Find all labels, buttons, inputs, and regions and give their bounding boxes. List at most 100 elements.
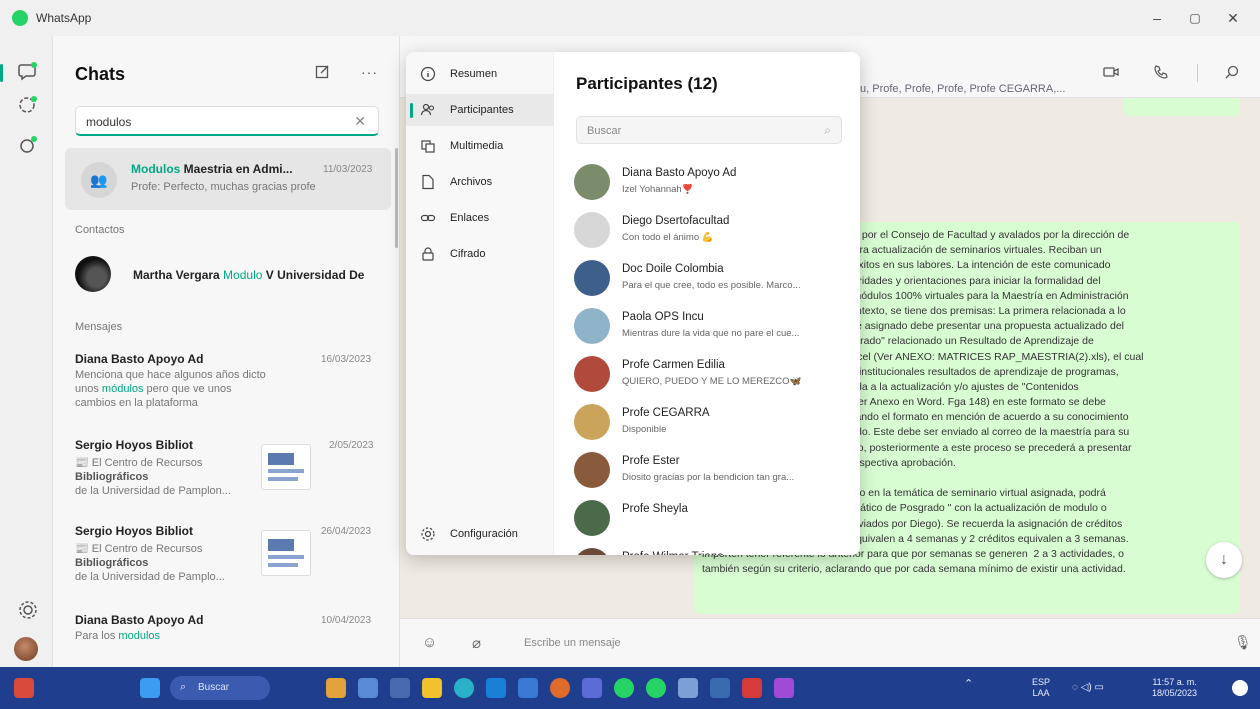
- profile-avatar[interactable]: [14, 637, 38, 661]
- app-icon[interactable]: [710, 678, 730, 698]
- navigation-rail: [0, 36, 52, 667]
- edge-browser-icon[interactable]: [454, 678, 474, 698]
- settings-gear-icon[interactable]: [17, 599, 39, 621]
- nav-label: Multimedia: [450, 140, 504, 152]
- chats-icon[interactable]: [17, 61, 39, 83]
- app-icon[interactable]: [358, 678, 378, 698]
- participant-avatar: [574, 308, 610, 344]
- whatsapp-taskbar-icon[interactable]: [646, 678, 666, 698]
- nav-multimedia[interactable]: Multimedia: [406, 130, 554, 162]
- app-icon[interactable]: [678, 678, 698, 698]
- settings-gear-icon: [421, 527, 435, 541]
- people-icon: [420, 103, 435, 116]
- participant-name: Doc Doile Colombia: [622, 263, 724, 275]
- participant-avatar: [574, 356, 610, 392]
- message-date: 10/04/2023: [321, 615, 372, 626]
- notification-icon[interactable]: [1232, 680, 1248, 696]
- clock[interactable]: 11:57 a. m. 18/05/2023: [1152, 677, 1197, 699]
- participant-item[interactable]: Diana Basto Apoyo Ad Izel Yohannah❣️: [572, 158, 842, 206]
- attach-icon[interactable]: ⌀: [472, 634, 481, 652]
- pdf-app-icon[interactable]: [742, 678, 762, 698]
- message-sender: Diana Basto Apoyo Ad: [75, 352, 204, 366]
- nav-archivos[interactable]: Archivos: [406, 166, 554, 198]
- search-icon[interactable]: [1224, 64, 1240, 80]
- status-icon[interactable]: [17, 94, 39, 116]
- video-call-icon[interactable]: [1103, 64, 1119, 80]
- app-icon[interactable]: [774, 678, 794, 698]
- participants-search-input[interactable]: Buscar ⌕: [576, 116, 842, 144]
- nav-enlaces[interactable]: Enlaces: [406, 202, 554, 234]
- app-icon[interactable]: [486, 678, 506, 698]
- keyboard-language[interactable]: ESP LAA: [1032, 677, 1050, 699]
- nav-participantes[interactable]: Participantes: [406, 94, 554, 126]
- more-options-icon[interactable]: ···: [361, 64, 378, 80]
- scroll-down-icon[interactable]: ↓: [1206, 542, 1242, 578]
- message-line: también según su criterio, aclarando que…: [702, 563, 1126, 576]
- participant-status: Mientras dure la vida que no pare el cue…: [622, 328, 800, 339]
- taskbar-search[interactable]: ⌕ Buscar: [170, 676, 270, 700]
- file-explorer-icon[interactable]: [422, 678, 442, 698]
- maximize-button[interactable]: ▢: [1176, 6, 1214, 30]
- start-menu-icon[interactable]: [140, 678, 160, 698]
- participant-item[interactable]: Profe Sheyla: [572, 494, 842, 542]
- message-input[interactable]: Escribe un mensaje: [524, 637, 621, 649]
- network-volume-battery-icon[interactable]: ◌ ◁) ▭: [1072, 682, 1104, 693]
- nav-resumen[interactable]: Resumen: [406, 58, 554, 90]
- group-members-list[interactable]: u, Profe, Profe, Profe, Profe CEGARRA,..…: [860, 83, 1065, 95]
- participant-status: Disponible: [622, 424, 667, 435]
- app-icon[interactable]: [518, 678, 538, 698]
- participant-item[interactable]: Profe Ester Diosito gracias por la bendic…: [572, 446, 842, 494]
- tray-overflow-icon[interactable]: ⌃: [964, 679, 973, 690]
- header-separator: [1197, 64, 1198, 82]
- rail-active-indicator: [0, 64, 3, 82]
- widget-icon[interactable]: [14, 678, 34, 698]
- clear-search-icon[interactable]: ✕: [354, 113, 366, 130]
- minimize-button[interactable]: –: [1138, 6, 1176, 30]
- participant-avatar: [574, 548, 610, 555]
- new-chat-icon[interactable]: [315, 64, 331, 80]
- chat-search-input[interactable]: modulos ✕: [75, 106, 379, 136]
- firefox-icon[interactable]: [550, 678, 570, 698]
- media-icon: [421, 140, 435, 153]
- link-thumbnail: [261, 530, 311, 576]
- message-date: 2/05/2023: [329, 440, 374, 451]
- search-value: modulos: [86, 115, 132, 129]
- participant-status: Para el que cree, todo es posible. Marco…: [622, 280, 801, 291]
- chat-preview: Profe: Perfecto, muchas gracias profe: [131, 181, 316, 193]
- group-avatar-icon: 👥: [81, 162, 117, 198]
- title-bar: WhatsApp – ▢ ✕: [0, 0, 1260, 36]
- participant-avatar: [574, 164, 610, 200]
- lock-icon: [422, 247, 434, 261]
- participant-item[interactable]: Profe Wilmer Triana: [572, 542, 842, 555]
- message-snippet: 📰 El Centro de Recursos Bibliográficos d…: [75, 543, 225, 583]
- participant-item[interactable]: Diego Dsertofacultad Con todo el ánimo 💪: [572, 206, 842, 254]
- participant-item[interactable]: Doc Doile Colombia Para el que cree, todo…: [572, 254, 842, 302]
- emoji-icon[interactable]: ☺: [422, 634, 437, 651]
- app-icon[interactable]: [582, 678, 602, 698]
- contact-item[interactable]: Martha Vergara Modulo V Universidad De: [133, 268, 364, 282]
- nav-label: Enlaces: [450, 212, 490, 224]
- spotify-icon[interactable]: [614, 678, 634, 698]
- participant-name: Paola OPS Incu: [622, 311, 704, 323]
- app-icon[interactable]: [326, 678, 346, 698]
- participant-status: Diosito gracias por la bendicion tan gra…: [622, 472, 795, 483]
- nav-cifrado[interactable]: Cifrado: [406, 238, 554, 270]
- chat-item-selected[interactable]: 👥 Modulos Maestria en Admi... 11/03/2023…: [65, 148, 391, 210]
- phone-call-icon[interactable]: [1153, 64, 1169, 80]
- close-button[interactable]: ✕: [1214, 6, 1252, 30]
- chat-date: 11/03/2023: [323, 164, 373, 175]
- chat-list-scrollbar[interactable]: [395, 148, 398, 248]
- app-icon[interactable]: [390, 678, 410, 698]
- participant-name: Diana Basto Apoyo Ad: [622, 167, 737, 179]
- chat-list-panel: Chats ··· modulos ✕ 👥 Modulos Maestria e…: [52, 36, 400, 667]
- participant-item[interactable]: Paola OPS Incu Mientras dure la vida que …: [572, 302, 842, 350]
- nav-configuracion[interactable]: Configuración: [406, 518, 554, 550]
- communities-icon[interactable]: [17, 134, 39, 156]
- participant-item[interactable]: Profe CEGARRA Disponible: [572, 398, 842, 446]
- message-sender: Diana Basto Apoyo Ad: [75, 613, 204, 627]
- message-snippet: 📰 El Centro de Recursos Bibliográficos d…: [75, 457, 231, 497]
- microphone-icon[interactable]: 🎙: [1234, 634, 1252, 651]
- nav-label: Participantes: [450, 104, 514, 116]
- participant-name: Diego Dsertofacultad: [622, 215, 730, 227]
- participant-item[interactable]: Profe Carmen Edilia QUIERO, PUEDO Y ME LO…: [572, 350, 842, 398]
